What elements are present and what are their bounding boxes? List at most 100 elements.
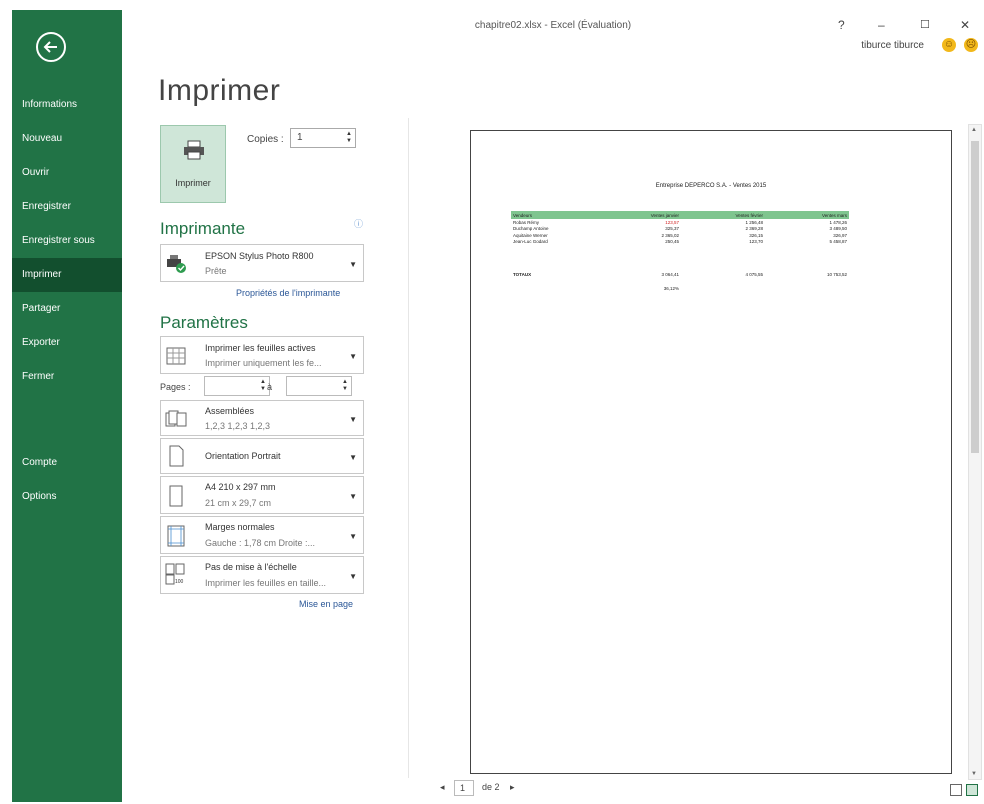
nav-item-enregistrer[interactable]: Enregistrer — [12, 190, 122, 224]
table-cell: 325,37 — [665, 226, 679, 232]
scroll-down-icon[interactable]: ▼ — [971, 771, 977, 777]
chevron-down-icon: ▼ — [349, 260, 357, 269]
nav-item-options[interactable]: Options — [12, 480, 122, 514]
table-row: Aquitaine Werner 2 365,02 326,15 326,97 — [511, 232, 849, 239]
table-row: Jean-Luc Godard 250,45 123,70 5 458,87 — [511, 239, 849, 246]
chevron-down-icon: ▼ — [349, 492, 357, 501]
nav-item-imprimer[interactable]: Imprimer — [12, 258, 122, 292]
sheet-title: Entreprise DEPERCO S.A. - Ventes 2015 — [655, 183, 767, 189]
table-cell: 1 256,48 — [745, 219, 763, 225]
page-setup-link[interactable]: Mise en page — [299, 599, 353, 609]
sheet-grid-icon — [166, 347, 186, 365]
table-cell: Robas Rémy — [513, 219, 540, 225]
orientation-label: Orientation Portrait — [205, 451, 281, 461]
table-cell: 2 365,02 — [661, 232, 679, 238]
nav-item-fermer[interactable]: Fermer — [12, 360, 122, 394]
scaling-line1: Pas de mise à l'échelle — [205, 562, 297, 572]
print-what-dropdown[interactable]: Imprimer les feuilles actives Imprimer u… — [160, 336, 364, 374]
copies-stepper[interactable]: 1 ▲ ▼ — [290, 128, 356, 148]
printer-properties-link[interactable]: Propriétés de l'imprimante — [236, 288, 340, 298]
table-cell: 3 489,50 — [829, 226, 847, 232]
window-title: chapitre02.xlsx - Excel (Évaluation) — [474, 20, 632, 31]
table-cell: 326,97 — [833, 232, 847, 238]
table-cell: 5 458,87 — [829, 239, 847, 245]
print-what-line1: Imprimer les feuilles actives — [205, 343, 316, 353]
scroll-up-icon[interactable]: ▲ — [971, 127, 977, 133]
chevron-down-icon: ▼ — [349, 352, 357, 361]
collate-line1: Assemblées — [205, 406, 255, 416]
margins-line1: Marges normales — [205, 522, 275, 532]
prev-page-icon[interactable]: ◂ — [440, 782, 445, 793]
table-cell: Jean-Luc Godard — [513, 239, 548, 245]
zoom-to-page-icon[interactable] — [966, 784, 978, 796]
nav-item-nouveau[interactable]: Nouveau — [12, 122, 122, 156]
print-button[interactable]: Imprimer — [160, 125, 226, 203]
page-title: Imprimer — [158, 74, 281, 107]
table-cell: Aquitaine Werner — [513, 232, 548, 238]
pages-to-stepper[interactable]: ▲ ▼ — [286, 376, 352, 396]
minimize-icon[interactable]: – — [878, 18, 885, 32]
printer-dropdown[interactable]: EPSON Stylus Photo R800 Prête ▼ — [160, 244, 364, 282]
collate-dropdown[interactable]: Assemblées 1,2,3 1,2,3 1,2,3 ▼ — [160, 400, 364, 436]
portrait-page-icon — [169, 445, 184, 467]
chevron-down-icon: ▼ — [349, 532, 357, 541]
margins-dropdown[interactable]: Marges normales Gauche : 1,78 cm Droite … — [160, 516, 364, 554]
nav-item-informations[interactable]: Informations — [12, 88, 122, 122]
table-header-row: Vendeurs Ventes janvier Ventes février V… — [511, 211, 849, 219]
paper-size-dropdown[interactable]: A4 210 x 297 mm 21 cm x 29,7 cm ▼ — [160, 476, 364, 514]
printer-section-title: Imprimante — [160, 219, 246, 238]
table-row: Duchamp Antoine 325,37 2 369,28 3 489,50 — [511, 226, 849, 233]
collate-line2: 1,2,3 1,2,3 1,2,3 — [205, 421, 271, 431]
orientation-dropdown[interactable]: Orientation Portrait ▼ — [160, 438, 364, 474]
paper-size-icon — [169, 485, 183, 507]
pages-from-stepper[interactable]: ▲ ▼ — [204, 376, 270, 396]
table-header-cell: Vendeurs — [513, 212, 533, 218]
paper-size-line2: 21 cm x 29,7 cm — [205, 498, 272, 508]
nav-item-ouvrir[interactable]: Ouvrir — [12, 156, 122, 190]
table-cell: 1 478,26 — [829, 219, 847, 225]
table-cell: 2 369,28 — [745, 226, 763, 232]
spin-arrows-icon[interactable]: ▲ ▼ — [260, 379, 266, 393]
table-cell: 36,12% — [663, 286, 679, 292]
scroll-thumb[interactable] — [971, 141, 979, 453]
preview-divider — [408, 118, 409, 778]
show-margins-icon[interactable] — [950, 784, 962, 796]
smile-feedback-icon[interactable]: ☺ — [942, 38, 956, 52]
table-cell: 250,45 — [665, 239, 679, 245]
table-total-row: TOTAUX 3 064,41 4 075,55 10 753,52 — [511, 271, 849, 278]
title-bar: chapitre02.xlsx - Excel (Évaluation) ? –… — [122, 10, 984, 44]
table-header-cell: Ventes janvier — [650, 212, 679, 218]
nav-item-partager[interactable]: Partager — [12, 292, 122, 326]
print-button-label: Imprimer — [175, 178, 211, 188]
printer-status: Prête — [205, 266, 227, 276]
page-count: de 2 — [482, 782, 500, 792]
collate-icon — [165, 410, 187, 427]
maximize-icon[interactable]: ☐ — [920, 18, 930, 31]
info-icon[interactable]: ⓘ — [354, 217, 363, 230]
back-arrow-icon[interactable] — [36, 32, 66, 62]
spin-arrows-icon[interactable]: ▲ ▼ — [346, 131, 352, 145]
table-cell: TOTAUX — [513, 271, 532, 277]
table-header-cell: Ventes mars — [821, 212, 847, 218]
user-name[interactable]: tiburce tiburce — [861, 40, 924, 51]
nav-item-exporter[interactable]: Exporter — [12, 326, 122, 360]
nav-item-compte[interactable]: Compte — [12, 446, 122, 480]
help-icon[interactable]: ? — [838, 18, 845, 32]
close-icon[interactable]: ✕ — [960, 18, 970, 32]
table-cell: 123,70 — [749, 239, 763, 245]
copies-label: Copies : — [247, 134, 284, 145]
preview-table: Vendeurs Ventes janvier Ventes février V… — [511, 211, 849, 292]
svg-text:100: 100 — [175, 579, 184, 585]
pages-label: Pages : — [160, 382, 191, 392]
scaling-line2: Imprimer les feuilles en taille... — [205, 578, 327, 588]
frown-feedback-icon[interactable]: ☹ — [964, 38, 978, 52]
spin-arrows-icon[interactable]: ▲ ▼ — [342, 379, 348, 393]
page-number-input[interactable]: 1 — [454, 780, 474, 796]
preview-scrollbar[interactable]: ▲ ▼ — [968, 124, 982, 780]
scaling-dropdown[interactable]: 100 Pas de mise à l'échelle Imprimer les… — [160, 556, 364, 594]
next-page-icon[interactable]: ▸ — [510, 782, 515, 793]
table-cell: 10 753,52 — [826, 271, 847, 277]
nav-item-enregistrer-sous[interactable]: Enregistrer sous — [12, 224, 122, 258]
backstage-sidebar: Informations Nouveau Ouvrir Enregistrer … — [12, 10, 122, 802]
chevron-down-icon: ▼ — [349, 572, 357, 581]
